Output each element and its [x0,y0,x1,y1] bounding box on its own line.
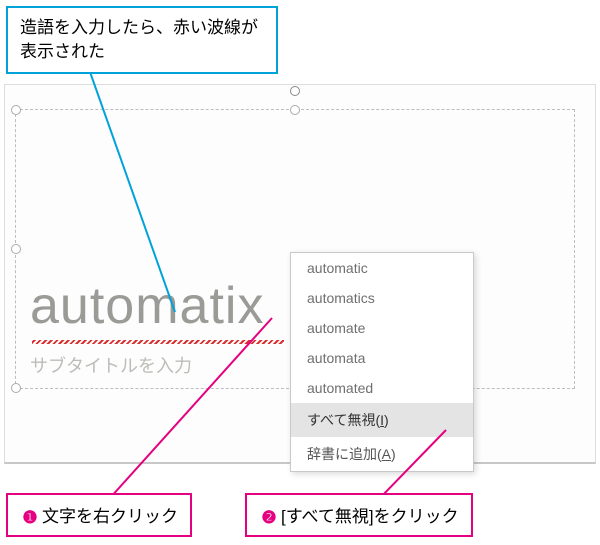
suggestion-item[interactable]: automatic [291,253,473,283]
resize-handle[interactable] [11,383,21,393]
resize-handle[interactable] [11,105,21,115]
callout-step-1: ❶文字を右クリック [6,493,192,537]
callout-explanation: 造語を入力したら、赤い波線が表示された [6,6,278,74]
suggestion-item[interactable]: automata [291,343,473,373]
callout-explanation-text: 造語を入力したら、赤い波線が表示された [20,18,258,61]
step-text-2: [すべて無視]をクリック [281,507,459,526]
callout-step-2: ❷[すべて無視]をクリック [245,493,473,537]
spellcheck-wavy-underline [32,340,284,344]
spellcheck-context-menu: automatic automatics automate automata a… [290,252,474,472]
suggestion-item[interactable]: automated [291,373,473,403]
resize-handle[interactable] [290,105,300,115]
add-to-dictionary-item[interactable]: 辞書に追加(A) [291,437,473,471]
title-text[interactable]: automatix [30,280,264,332]
subtitle-placeholder[interactable]: サブタイトルを入力 [30,352,192,378]
ignore-all-item[interactable]: すべて無視(I) [291,403,473,437]
suggestion-item[interactable]: automatics [291,283,473,313]
rotate-handle[interactable] [290,86,300,96]
step-number-1: ❶ [20,508,40,528]
suggestion-item[interactable]: automate [291,313,473,343]
resize-handle[interactable] [11,244,21,254]
step-text-1: 文字を右クリック [42,507,178,526]
step-number-2: ❷ [259,508,279,528]
